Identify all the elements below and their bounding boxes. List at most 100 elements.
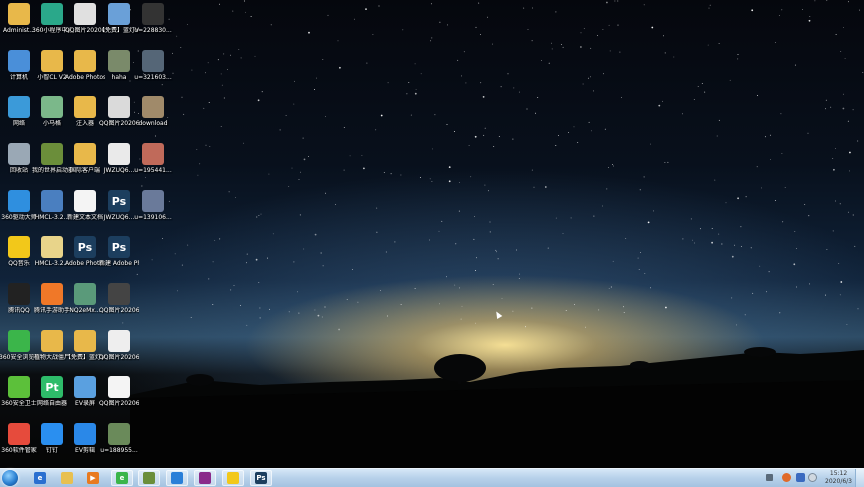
folder-icon bbox=[41, 330, 63, 352]
taskbar-button[interactable] bbox=[194, 470, 216, 486]
desktop-icon[interactable]: 注入器 bbox=[67, 96, 103, 142]
desktop-icon[interactable]: 小智CL V2 bbox=[34, 50, 70, 96]
desktop-icon[interactable]: Pt 网络自由器 bbox=[34, 376, 70, 422]
security-guard-icon bbox=[8, 376, 30, 398]
taskbar-button[interactable]: e bbox=[29, 470, 51, 486]
taskbar-button[interactable]: e bbox=[111, 470, 133, 486]
computer-icon bbox=[8, 50, 30, 72]
desktop-icon[interactable]: 回收站 bbox=[1, 143, 37, 189]
image-icon bbox=[108, 330, 130, 352]
desktop-icon[interactable]: EV录屏 bbox=[67, 376, 103, 422]
desktop-icon[interactable]: u=195441... bbox=[134, 143, 172, 189]
desktop-icon[interactable]: 小马格 bbox=[34, 96, 70, 142]
desktop-icon[interactable]: Administ... bbox=[1, 3, 37, 49]
desktop-icon[interactable]: NQ2eMx... bbox=[67, 283, 103, 329]
pt-icon: Pt bbox=[41, 376, 63, 398]
desktop-icon[interactable]: 360小程序中心 bbox=[32, 3, 72, 49]
desktop-icon[interactable]: 植物大战僵尸 bbox=[34, 330, 70, 376]
360-browser-icon: e bbox=[116, 472, 128, 484]
desktop-icon-label: QQ图片2020603... bbox=[99, 354, 139, 361]
desktop-icon[interactable]: u=228830... bbox=[134, 3, 172, 49]
desktop-icon[interactable]: Adobe Photosh... bbox=[65, 50, 105, 96]
desktop-icon[interactable]: 计算机 bbox=[1, 50, 37, 96]
desktop-icon-label: QQ图片2020602... bbox=[99, 307, 139, 314]
desktop-icon-label: u=188955... bbox=[100, 447, 138, 454]
desktop-icon[interactable]: 国际客户端 bbox=[67, 143, 103, 189]
desktop-icon[interactable]: QQ图片2020602... bbox=[99, 283, 139, 329]
up-arrow-icon[interactable] bbox=[766, 474, 773, 481]
desktop-icon[interactable]: u=139106... bbox=[134, 190, 172, 236]
desktop-icon[interactable]: haha bbox=[101, 50, 137, 96]
clock[interactable]: 15:12 2020/6/3 bbox=[825, 470, 852, 486]
desktop-icon[interactable]: Ps 新建 Adobe Photosho... bbox=[99, 236, 139, 282]
hmcl-icon bbox=[41, 190, 63, 212]
desktop-icon-label: 新建 Adobe Photosho... bbox=[99, 260, 139, 267]
desktop-icon-label: u=321603... bbox=[134, 74, 172, 81]
taskbar-button[interactable] bbox=[222, 470, 244, 486]
clock-time: 15:12 bbox=[829, 470, 848, 477]
desktop-icon[interactable]: 腾讯手游助手 bbox=[34, 283, 70, 329]
folder-icon bbox=[108, 3, 130, 25]
desktop-icon[interactable]: EV剪辑 bbox=[67, 423, 103, 469]
desktop-icon[interactable]: 360安全浏览器 bbox=[0, 330, 39, 376]
desktop-icon[interactable]: u=188955... bbox=[100, 423, 138, 469]
desktop-icon-label: QQ图片2020603... bbox=[99, 400, 139, 407]
taskbar-button[interactable]: ▶ bbox=[82, 470, 104, 486]
image-icon bbox=[108, 50, 130, 72]
desktop-icon[interactable]: QQ图片2020060... bbox=[65, 3, 105, 49]
folder-icon bbox=[41, 50, 63, 72]
desktop-icon[interactable]: HMCL-3.2... bbox=[34, 190, 70, 236]
taskbar-button[interactable]: Ps bbox=[250, 470, 272, 486]
desktop-icon[interactable]: 腾讯QQ bbox=[1, 283, 37, 329]
desktop-icon[interactable]: QQ图片2020603... bbox=[99, 376, 139, 422]
qq-icon bbox=[8, 283, 30, 305]
browser-icon bbox=[8, 330, 30, 352]
desktop-icon[interactable]: Ps JWZUQ6... bbox=[101, 190, 137, 236]
desktop-icon[interactable]: 【免费】蓝灯VPN bbox=[99, 3, 139, 49]
image-icon bbox=[142, 143, 164, 165]
image-icon bbox=[108, 143, 130, 165]
desktop-icon[interactable]: 360软件管家 bbox=[1, 423, 37, 469]
desktop-icon[interactable]: 新建文本文档 bbox=[67, 190, 103, 236]
dingtalk-icon bbox=[41, 423, 63, 445]
image-icon bbox=[142, 96, 164, 118]
desktop-icon[interactable]: 我的世界启动器 bbox=[32, 143, 72, 189]
tray-app-icon[interactable] bbox=[782, 473, 791, 482]
image-icon bbox=[74, 283, 96, 305]
desktop-icon[interactable]: QQ音乐 bbox=[1, 236, 37, 282]
desktop-icon-label: u=195441... bbox=[134, 167, 172, 174]
game-helper-icon bbox=[41, 283, 63, 305]
desktop-icon[interactable]: 【免费】蓝灯VPN bbox=[65, 330, 105, 376]
volume-icon[interactable] bbox=[808, 473, 817, 482]
taskbar-button[interactable] bbox=[138, 470, 160, 486]
desktop-icon[interactable]: PsAdobe Photosh... bbox=[65, 236, 105, 282]
taskbar-button[interactable] bbox=[166, 470, 188, 486]
desktop-icon[interactable]: 网络 bbox=[1, 96, 37, 142]
folder-icon bbox=[8, 3, 30, 25]
image-icon bbox=[108, 423, 130, 445]
desktop-icon[interactable]: HMCL-3.2... bbox=[34, 236, 70, 282]
desktop-icon[interactable]: JWZUQ6... bbox=[101, 143, 137, 189]
folder-icon bbox=[74, 96, 96, 118]
taskbar-button[interactable] bbox=[56, 470, 78, 486]
desktop-icon[interactable]: 360驱动大师 bbox=[1, 190, 37, 236]
network-status-icon[interactable] bbox=[796, 473, 805, 482]
desktop-icon[interactable]: 钉钉 bbox=[34, 423, 70, 469]
game-icon bbox=[199, 472, 211, 484]
desktop-icon[interactable]: QQ图片2020602... bbox=[99, 96, 139, 142]
miniapp-icon bbox=[41, 3, 63, 25]
image-icon bbox=[142, 190, 164, 212]
desktop-icon[interactable]: 360安全卫士 bbox=[1, 376, 37, 422]
network-icon bbox=[8, 96, 30, 118]
desktop-icon[interactable]: download bbox=[135, 96, 171, 142]
text-file-icon bbox=[74, 190, 96, 212]
desktop-icon-label: download bbox=[138, 120, 168, 127]
desktop-icon[interactable]: QQ图片2020603... bbox=[99, 330, 139, 376]
start-button[interactable] bbox=[2, 470, 18, 486]
show-desktop-button[interactable] bbox=[855, 469, 864, 487]
desktop-icon[interactable]: u=321603... bbox=[134, 50, 172, 96]
ev-editor-icon bbox=[74, 423, 96, 445]
photoshop-icon: Ps bbox=[255, 472, 267, 484]
image-icon bbox=[142, 3, 164, 25]
ie-icon: e bbox=[34, 472, 46, 484]
